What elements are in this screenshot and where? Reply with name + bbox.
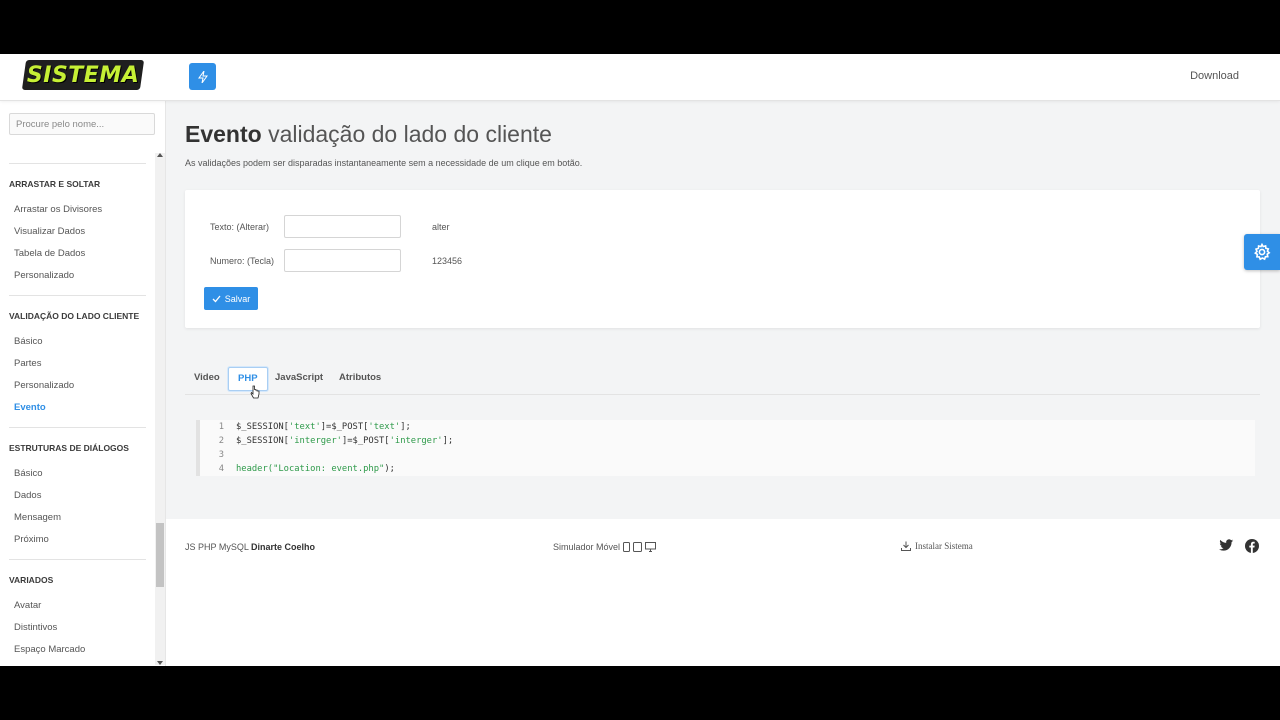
divider (9, 559, 146, 560)
scroll-thumb[interactable] (156, 523, 164, 587)
page-subtitle: As validações podem ser disparadas insta… (185, 158, 583, 168)
tab-javascript[interactable]: JavaScript (275, 367, 323, 389)
code-line: 3 (200, 448, 1255, 462)
code-string: header( (236, 464, 274, 474)
main-content: Evento validação do lado do cliente As v… (166, 101, 1280, 666)
sidebar-item-arrastar-divisores[interactable]: Arrastar os Divisores (14, 199, 155, 221)
sidebar-item-espaco-marcado[interactable]: Espaço Marcado (14, 639, 155, 661)
code-string: 'interger' (288, 436, 342, 446)
install-label: Instalar Sistema (915, 541, 973, 551)
scroll-down-arrow-icon[interactable] (157, 661, 163, 665)
code-text: $_SESSION['text']=$_POST['text']; (236, 420, 411, 434)
mouse-cursor-icon (250, 385, 260, 399)
footer-tech: JS PHP MySQL (185, 542, 249, 552)
sidebar: ARRASTAR E SOLTAR Arrastar os Divisores … (0, 101, 166, 666)
sidebar-item-avatar[interactable]: Avatar (14, 595, 155, 617)
divider (9, 427, 146, 428)
sidebar-item-personalizado-validacao[interactable]: Personalizado (14, 375, 155, 397)
code-text: header("Location: event.php"); (236, 462, 395, 476)
save-button-label: Salvar (224, 293, 251, 304)
line-number: 4 (218, 464, 224, 474)
page-title: Evento validação do lado do cliente (185, 121, 552, 148)
code-token: $_SESSION[ (236, 422, 289, 432)
sidebar-item-visualizar-dados[interactable]: Visualizar Dados (14, 221, 155, 243)
tab-php[interactable]: PHP (228, 367, 268, 391)
sidebar-menu: ARRASTAR E SOLTAR Arrastar os Divisores … (0, 153, 155, 665)
text-field-output: alter (432, 222, 450, 232)
code-string: "Location: event.php" (273, 464, 385, 474)
line-number: 3 (218, 450, 224, 460)
page-title-bold: Evento (185, 121, 262, 147)
app-screen: SISTEMA Download ARRASTAR E SOLTAR Arras… (0, 54, 1280, 666)
footer-credits: JS PHP MySQL Dinarte Coelho (185, 542, 315, 552)
logo-text: SISTEMA (26, 62, 140, 88)
code-line: 1 $_SESSION['text']=$_POST['text']; (200, 420, 1255, 434)
download-icon (901, 541, 911, 551)
code-string: 'interger' (389, 436, 443, 446)
text-field[interactable] (284, 215, 401, 238)
code-string: 'text' (288, 422, 321, 432)
twitter-icon[interactable] (1219, 539, 1234, 552)
download-link[interactable]: Download (1190, 70, 1239, 82)
sidebar-item-basico[interactable]: Básico (14, 331, 155, 353)
number-field[interactable] (284, 249, 401, 272)
group-title-arrastar: ARRASTAR E SOLTAR (9, 179, 101, 189)
sidebar-item-evento[interactable]: Evento (14, 397, 155, 419)
desktop-icon[interactable] (645, 542, 657, 552)
phone-icon[interactable] (623, 542, 631, 552)
divider (9, 163, 146, 164)
sistema-logo[interactable]: SISTEMA (21, 60, 145, 90)
group-title-dialogos: ESTRUTURAS DE DIÁLOGOS (9, 443, 129, 453)
divider (9, 295, 146, 296)
sidebar-scrollbar[interactable] (155, 153, 165, 665)
footer-author[interactable]: Dinarte Coelho (251, 542, 315, 552)
top-header: SISTEMA Download (0, 54, 1280, 101)
sidebar-item-distintivos[interactable]: Distintivos (14, 617, 155, 639)
sidebar-item-basico-dialogo[interactable]: Básico (14, 463, 155, 485)
tab-video[interactable]: Video (194, 367, 220, 389)
settings-button[interactable] (1244, 234, 1280, 270)
code-text: $_SESSION['interger']=$_POST['interger']… (236, 434, 453, 448)
footer: JS PHP MySQL Dinarte Coelho Simulador Mó… (166, 519, 1280, 666)
number-field-label: Numero: (Tecla) (210, 256, 275, 266)
line-number: 2 (218, 436, 224, 446)
code-token: $_SESSION[ (236, 436, 289, 446)
lightning-toggle-button[interactable] (189, 63, 216, 90)
sidebar-item-tabela-dados[interactable]: Tabela de Dados (14, 243, 155, 265)
code-token: ]; (400, 422, 411, 432)
group-title-variados: VARIADOS (9, 575, 54, 585)
form-card: Texto: (Alterar) alter Numero: (Tecla) 1… (185, 190, 1260, 328)
gear-icon (1254, 243, 1271, 261)
code-token: ]; (442, 436, 454, 446)
line-number: 1 (218, 422, 224, 432)
code-token: ); (384, 464, 395, 474)
number-field-output: 123456 (432, 256, 463, 266)
sidebar-item-proximo[interactable]: Próximo (14, 529, 155, 551)
sidebar-item-personalizado[interactable]: Personalizado (14, 265, 155, 287)
sidebar-item-dados[interactable]: Dados (14, 485, 155, 507)
facebook-icon[interactable] (1245, 539, 1259, 553)
page-title-rest: validação do lado do cliente (261, 121, 552, 147)
code-line: 4 header("Location: event.php"); (200, 462, 1255, 476)
tab-bar: Video PHP JavaScript Atributos (185, 364, 1260, 399)
scroll-up-arrow-icon[interactable] (157, 153, 163, 157)
mobile-simulator: Simulador Móvel (553, 542, 657, 552)
mobile-simulator-label: Simulador Móvel (553, 542, 621, 552)
sidebar-item-mensagem[interactable]: Mensagem (14, 507, 155, 529)
install-link[interactable]: Instalar Sistema (901, 541, 973, 551)
code-block: 1 $_SESSION['text']=$_POST['text']; 2 $_SES… (196, 420, 1255, 476)
code-string: 'text' (368, 422, 401, 432)
sidebar-item-partes[interactable]: Partes (14, 353, 155, 375)
code-line: 2 $_SESSION['interger']=$_POST['interger'… (200, 434, 1255, 448)
search-input[interactable] (9, 113, 155, 135)
group-title-validacao: VALIDAÇÃO DO LADO CLIENTE (9, 311, 140, 321)
text-field-label: Texto: (Alterar) (210, 222, 270, 232)
save-button[interactable]: Salvar (204, 287, 258, 310)
code-token: ]=$_POST[ (320, 422, 369, 432)
tab-atributos[interactable]: Atributos (339, 367, 381, 389)
code-token: ]=$_POST[ (341, 436, 390, 446)
tablet-icon[interactable] (633, 542, 643, 552)
lightning-icon (197, 70, 208, 83)
check-icon (212, 295, 221, 302)
